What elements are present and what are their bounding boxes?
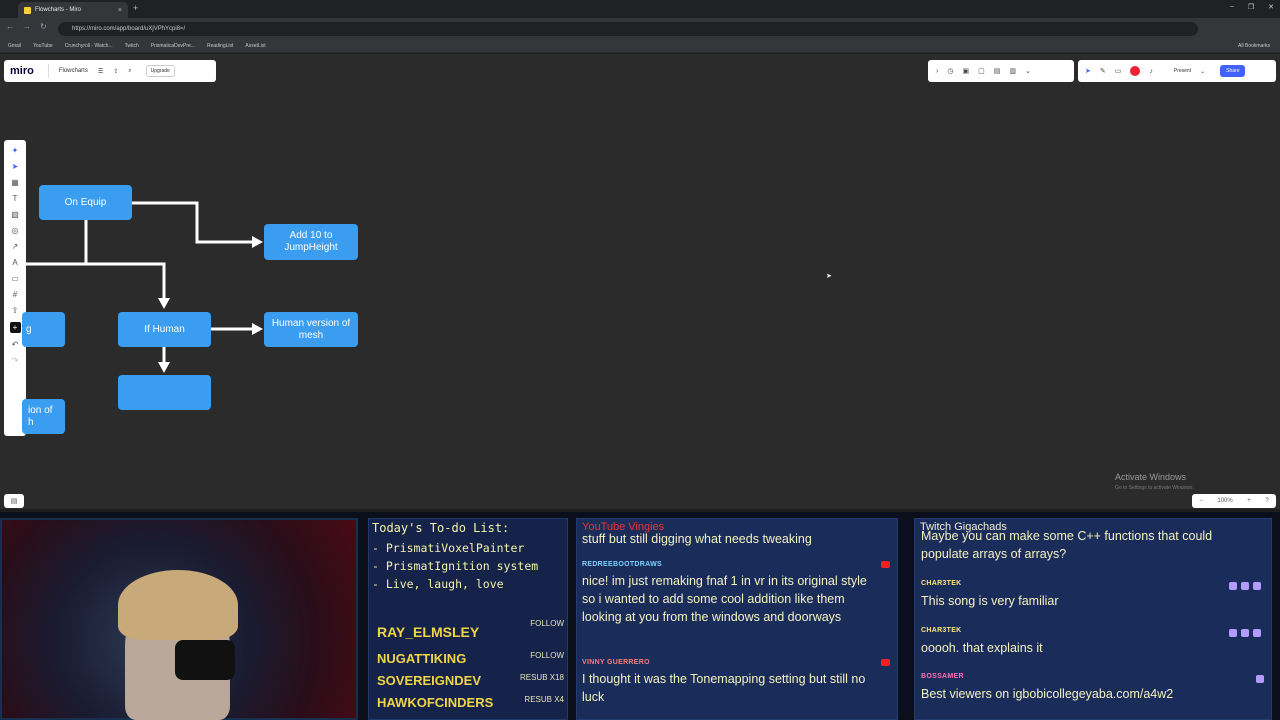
- zoom-out-icon[interactable]: −: [1199, 498, 1203, 504]
- recent-event-name: HAWKOFCINDERS: [377, 695, 494, 710]
- arrowhead: [252, 323, 263, 335]
- star-badge-icon: [1241, 629, 1249, 637]
- recent-event-tag: RESUB X4: [524, 695, 564, 704]
- chat-username: BOSSAMER: [921, 673, 964, 680]
- streamer-hair: [118, 570, 238, 640]
- youtube-badge-icon: [881, 659, 890, 666]
- panel-toggle-icon[interactable]: ▤: [4, 494, 24, 508]
- microphone-icon: [175, 640, 235, 680]
- node-partial-left-2[interactable]: ion of h: [22, 399, 65, 434]
- recent-event-name: RAY_ELMSLEY: [377, 624, 480, 640]
- activate-windows-sub: Go to Settings to activate Windows.: [1115, 485, 1194, 491]
- youtube-badge-icon: [881, 561, 890, 568]
- recent-event-tag: RESUB X18: [519, 673, 564, 682]
- todo-item: - Live, laugh, love: [372, 577, 504, 591]
- zoom-controls: − 100% + ?: [1192, 494, 1276, 508]
- chat-badge-icon: [1253, 629, 1261, 637]
- node-on-equip[interactable]: On Equip: [39, 185, 132, 220]
- todo-title: Today's To-do List:: [372, 521, 510, 535]
- arrowhead: [158, 298, 170, 309]
- chat-message: nice! im just remaking fnaf 1 in vr in i…: [582, 574, 867, 625]
- node-empty[interactable]: [118, 375, 211, 410]
- arrowhead: [158, 362, 170, 373]
- video-badge-icon: [1229, 582, 1237, 590]
- chat-username: CHAR3TEK: [921, 627, 962, 634]
- todo-item: - PrismatiVoxelPainter: [372, 541, 525, 555]
- connector-equip-to-jump: [132, 201, 252, 244]
- chat-message: I thought it was the Tonemapping setting…: [582, 672, 866, 705]
- recent-event-tag: FOLLOW: [530, 651, 564, 660]
- chat-badge-icon: [1256, 675, 1264, 683]
- zoom-in-icon[interactable]: +: [1247, 498, 1251, 504]
- recent-event-tag: FOLLOW: [530, 619, 564, 628]
- star-badge-icon: [1241, 582, 1249, 590]
- chat-username: CHAR3TEK: [921, 580, 962, 587]
- video-badge-icon: [1229, 629, 1237, 637]
- chat-message: stuff but still digging what needs tweak…: [582, 532, 812, 546]
- node-add-jumpheight[interactable]: Add 10 to JumpHeight: [264, 224, 358, 260]
- help-icon[interactable]: ?: [1265, 498, 1268, 504]
- activate-windows-title: Activate Windows: [1115, 472, 1187, 482]
- flow-connectors: [26, 201, 263, 373]
- node-if-human[interactable]: If Human: [118, 312, 211, 347]
- zoom-level[interactable]: 100%: [1217, 498, 1232, 504]
- chat-username: REDREEBOOTDRAWS: [582, 561, 662, 568]
- chat-badge-icon: [1253, 582, 1261, 590]
- chat-username: VINNY GUERRERO: [582, 659, 650, 666]
- mouse-cursor-icon: ➤: [826, 273, 832, 280]
- recent-event-name: SOVEREIGNDEV: [377, 673, 482, 688]
- node-human-mesh[interactable]: Human version of mesh: [264, 312, 358, 347]
- todo-item: - PrismatIgnition system: [372, 559, 539, 573]
- recent-event-name: NUGATTIKING: [377, 651, 467, 666]
- chat-message: This song is very familiar: [921, 594, 1059, 608]
- chat-message: Maybe you can make some C++ functions th…: [921, 529, 1213, 562]
- node-partial-left[interactable]: g: [22, 312, 65, 347]
- arrowhead: [252, 236, 263, 248]
- connector-equip-to-human: [84, 220, 166, 298]
- chat-message: Best viewers on igbobicollegeyaba.com/a4…: [921, 687, 1174, 701]
- chat-message: ooooh. that explains it: [921, 641, 1043, 655]
